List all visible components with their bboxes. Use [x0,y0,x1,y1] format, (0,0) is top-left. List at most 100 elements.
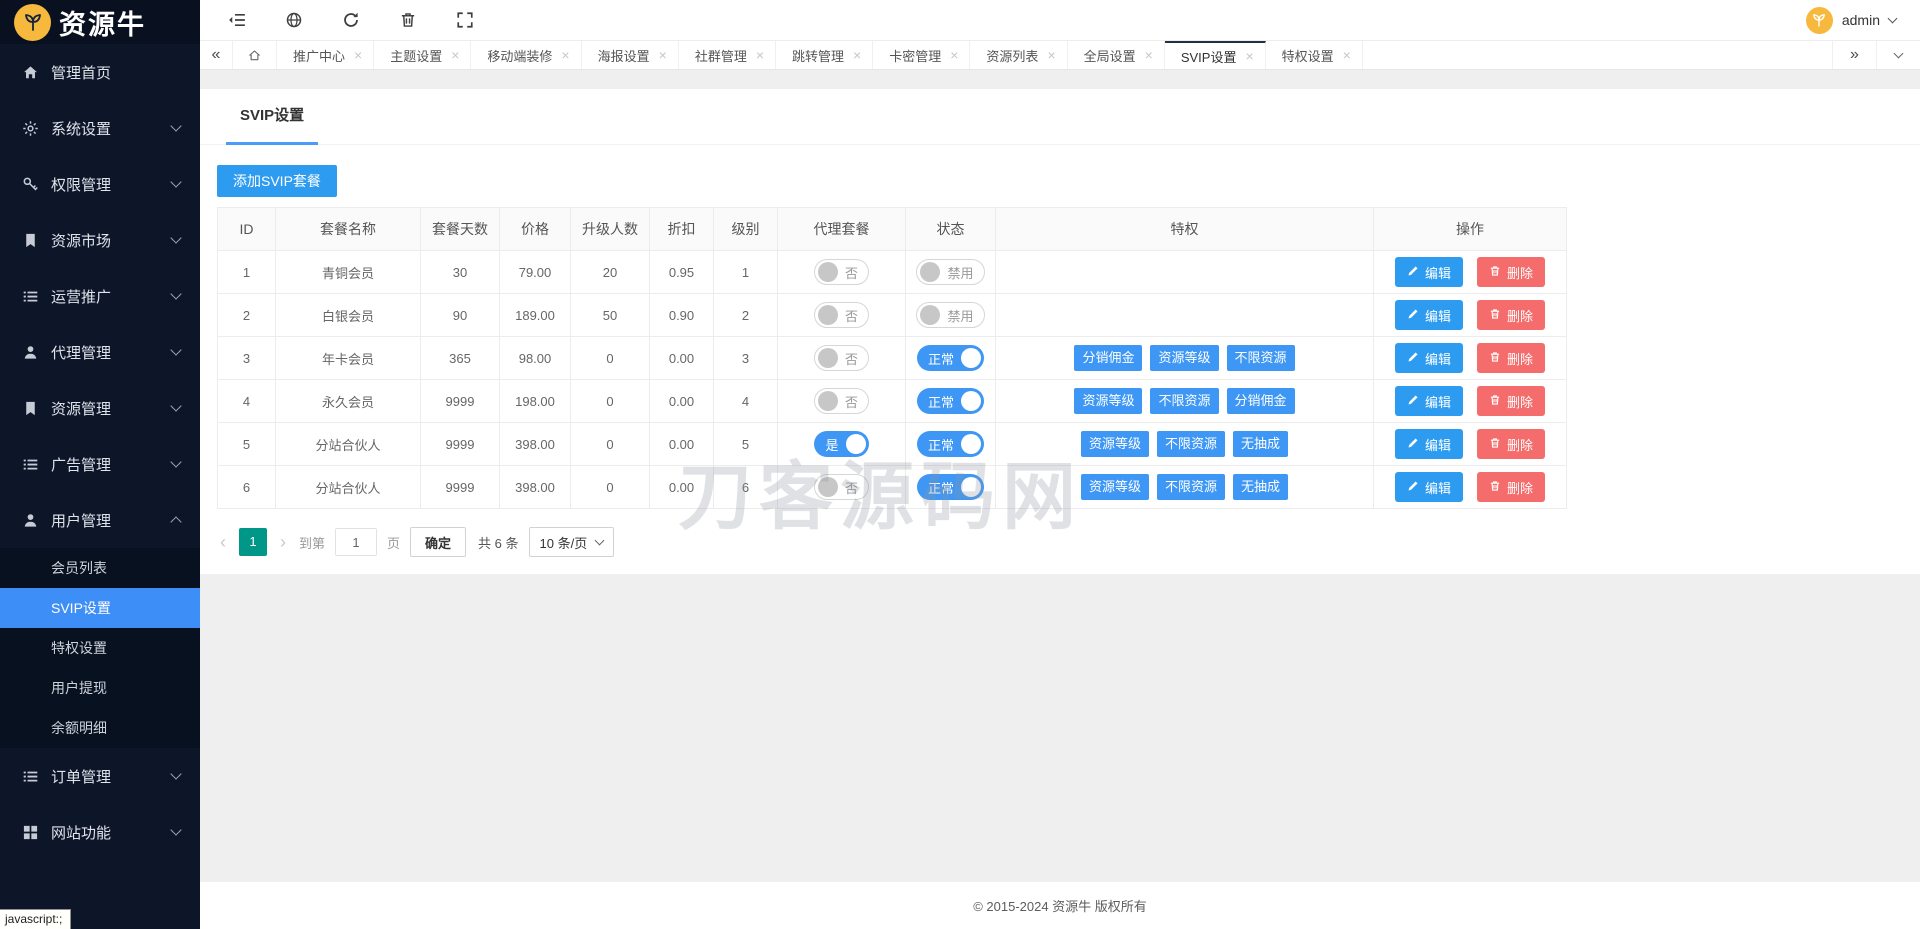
sidebar-item-订单管理[interactable]: 订单管理 [0,748,200,804]
edit-button[interactable]: 编辑 [1394,300,1463,330]
delete-button[interactable]: 删除 [1477,343,1546,373]
tabs-scroll-right-button[interactable]: » [1832,41,1876,69]
edit-button[interactable]: 编辑 [1394,257,1463,287]
sidebar-submenu: 会员列表 SVIP设置 特权设置 用户提现 余额明细 [0,548,200,748]
delete-button-label: 删除 [1507,351,1534,367]
edit-button[interactable]: 编辑 [1394,386,1463,416]
fullscreen-icon[interactable] [456,11,474,29]
tab-社群管理[interactable]: 社群管理 × [678,41,777,69]
delete-button-label: 删除 [1507,437,1534,453]
agent-package-toggle[interactable]: 否 [813,474,869,500]
agent-package-toggle[interactable]: 否 [813,388,869,414]
right-pane: admin « 推广中心 × 主题设置 × 移动端装修 × 海报设置 × 社群管理 × 跳转管理 × 卡… [200,0,1920,929]
status-toggle[interactable]: 禁用 [916,302,985,328]
goto-confirm-button[interactable]: 确定 [410,527,467,557]
delete-button[interactable]: 删除 [1477,386,1546,416]
edit-button[interactable]: 编辑 [1394,343,1463,373]
user-menu[interactable]: admin [1805,6,1898,34]
goto-page-input[interactable] [335,528,378,556]
sidebar-item-代理管理[interactable]: 代理管理 [0,324,200,380]
tab-close-icon[interactable]: × [659,47,667,63]
edit-button[interactable]: 编辑 [1394,472,1463,502]
app: 资源牛 管理首页 系统设置 权限管理 资源市场 运营推广 代理管理 资源管理 广告管理 用户管理… [0,0,1920,929]
sidebar-item-系统设置[interactable]: 系统设置 [0,100,200,156]
tab-close-icon[interactable]: × [354,47,362,63]
agent-package-toggle[interactable]: 是 [814,431,869,457]
refresh-icon[interactable] [342,11,360,29]
page-number[interactable]: 1 [239,528,267,556]
cell-level: 4 [713,379,778,423]
status-toggle[interactable]: 正常 [916,431,984,457]
brand-logo[interactable]: 资源牛 [0,0,200,44]
delete-button[interactable]: 删除 [1477,257,1546,287]
sidebar-item-网站功能[interactable]: 网站功能 [0,804,200,860]
status-toggle[interactable]: 正常 [916,345,984,371]
grid-icon [22,824,39,841]
status-toggle[interactable]: 正常 [916,388,984,414]
prev-page-button[interactable]: ‹ [217,533,229,551]
privilege-tag-资源等级: 资源等级 [1150,345,1219,371]
tab-卡密管理[interactable]: 卡密管理 × [873,41,971,69]
delete-button[interactable]: 删除 [1477,429,1546,459]
table-row: 2 白银会员 90 189.00 50 0.90 2 否禁用 编辑 删除 [217,293,1567,337]
tab-移动端装修[interactable]: 移动端装修 × [471,41,582,69]
brand-logo-icon [14,3,51,41]
page-size-select[interactable]: 10 条/页 [528,527,615,557]
globe-icon[interactable] [285,11,303,29]
pencil-icon [1407,265,1419,280]
menu-fold-icon[interactable] [228,11,246,29]
tab-全局设置[interactable]: 全局设置 × [1067,41,1165,69]
tab-推广中心[interactable]: 推广中心 × [277,41,375,69]
privilege-tag-无抽成: 无抽成 [1233,474,1289,500]
tab-home-button[interactable] [233,41,277,69]
sidebar-subitem-用户提现[interactable]: 用户提现 [0,668,200,708]
sidebar-item-权限管理[interactable]: 权限管理 [0,156,200,212]
add-svip-package-button[interactable]: 添加SVIP套餐 [217,165,337,197]
sidebar-item-运营推广[interactable]: 运营推广 [0,268,200,324]
cell-privileges [995,250,1374,294]
edit-button[interactable]: 编辑 [1394,429,1463,459]
tab-跳转管理[interactable]: 跳转管理 × [776,41,874,69]
tab-主题设置[interactable]: 主题设置 × [374,41,472,69]
tab-close-icon[interactable]: × [561,47,569,63]
trash-icon[interactable] [399,11,417,29]
tab-海报设置[interactable]: 海报设置 × [581,41,679,69]
tab-close-icon[interactable]: × [950,47,958,63]
tab-close-icon[interactable]: × [1145,47,1153,63]
tab-SVIP设置[interactable]: SVIP设置 × [1164,41,1266,69]
tabs-scroll-left-button[interactable]: « [200,41,233,69]
tab-close-icon[interactable]: × [1343,47,1351,63]
card-tab-svip[interactable]: SVIP设置 [226,89,319,145]
agent-package-toggle[interactable]: 否 [813,345,869,371]
sidebar-item-广告管理[interactable]: 广告管理 [0,436,200,492]
tabs-menu-button[interactable] [1876,41,1920,69]
tab-close-icon[interactable]: × [1245,48,1253,64]
tab-close-icon[interactable]: × [756,47,764,63]
status-toggle[interactable]: 正常 [916,474,984,500]
sidebar-item-用户管理[interactable]: 用户管理 [0,492,200,548]
tab-资源列表[interactable]: 资源列表 × [970,41,1068,69]
tab-close-icon[interactable]: × [853,47,861,63]
next-page-button[interactable]: › [277,533,289,551]
sidebar-subitem-余额明细[interactable]: 余额明细 [0,708,200,748]
cell-upgrade-count: 0 [570,379,650,423]
delete-button[interactable]: 删除 [1477,300,1546,330]
status-toggle[interactable]: 禁用 [916,259,985,285]
sidebar-item-资源管理[interactable]: 资源管理 [0,380,200,436]
tab-close-icon[interactable]: × [1047,47,1055,63]
tab-label: SVIP设置 [1180,49,1237,65]
delete-button[interactable]: 删除 [1477,472,1546,502]
sidebar-item-资源市场[interactable]: 资源市场 [0,212,200,268]
cell-actions: 编辑 删除 [1373,250,1567,294]
cell-price: 189.00 [499,293,571,337]
agent-package-toggle[interactable]: 否 [813,302,869,328]
sidebar-item-管理首页[interactable]: 管理首页 [0,44,200,100]
agent-package-toggle[interactable]: 否 [813,259,869,285]
tab-close-icon[interactable]: × [451,47,459,63]
sidebar-subitem-会员列表[interactable]: 会员列表 [0,548,200,588]
tab-特权设置[interactable]: 特权设置 × [1265,41,1363,69]
cell-price: 398.00 [499,465,571,509]
sidebar-subitem-SVIP设置[interactable]: SVIP设置 [0,588,200,628]
trash-icon [1489,265,1501,280]
sidebar-subitem-特权设置[interactable]: 特权设置 [0,628,200,668]
